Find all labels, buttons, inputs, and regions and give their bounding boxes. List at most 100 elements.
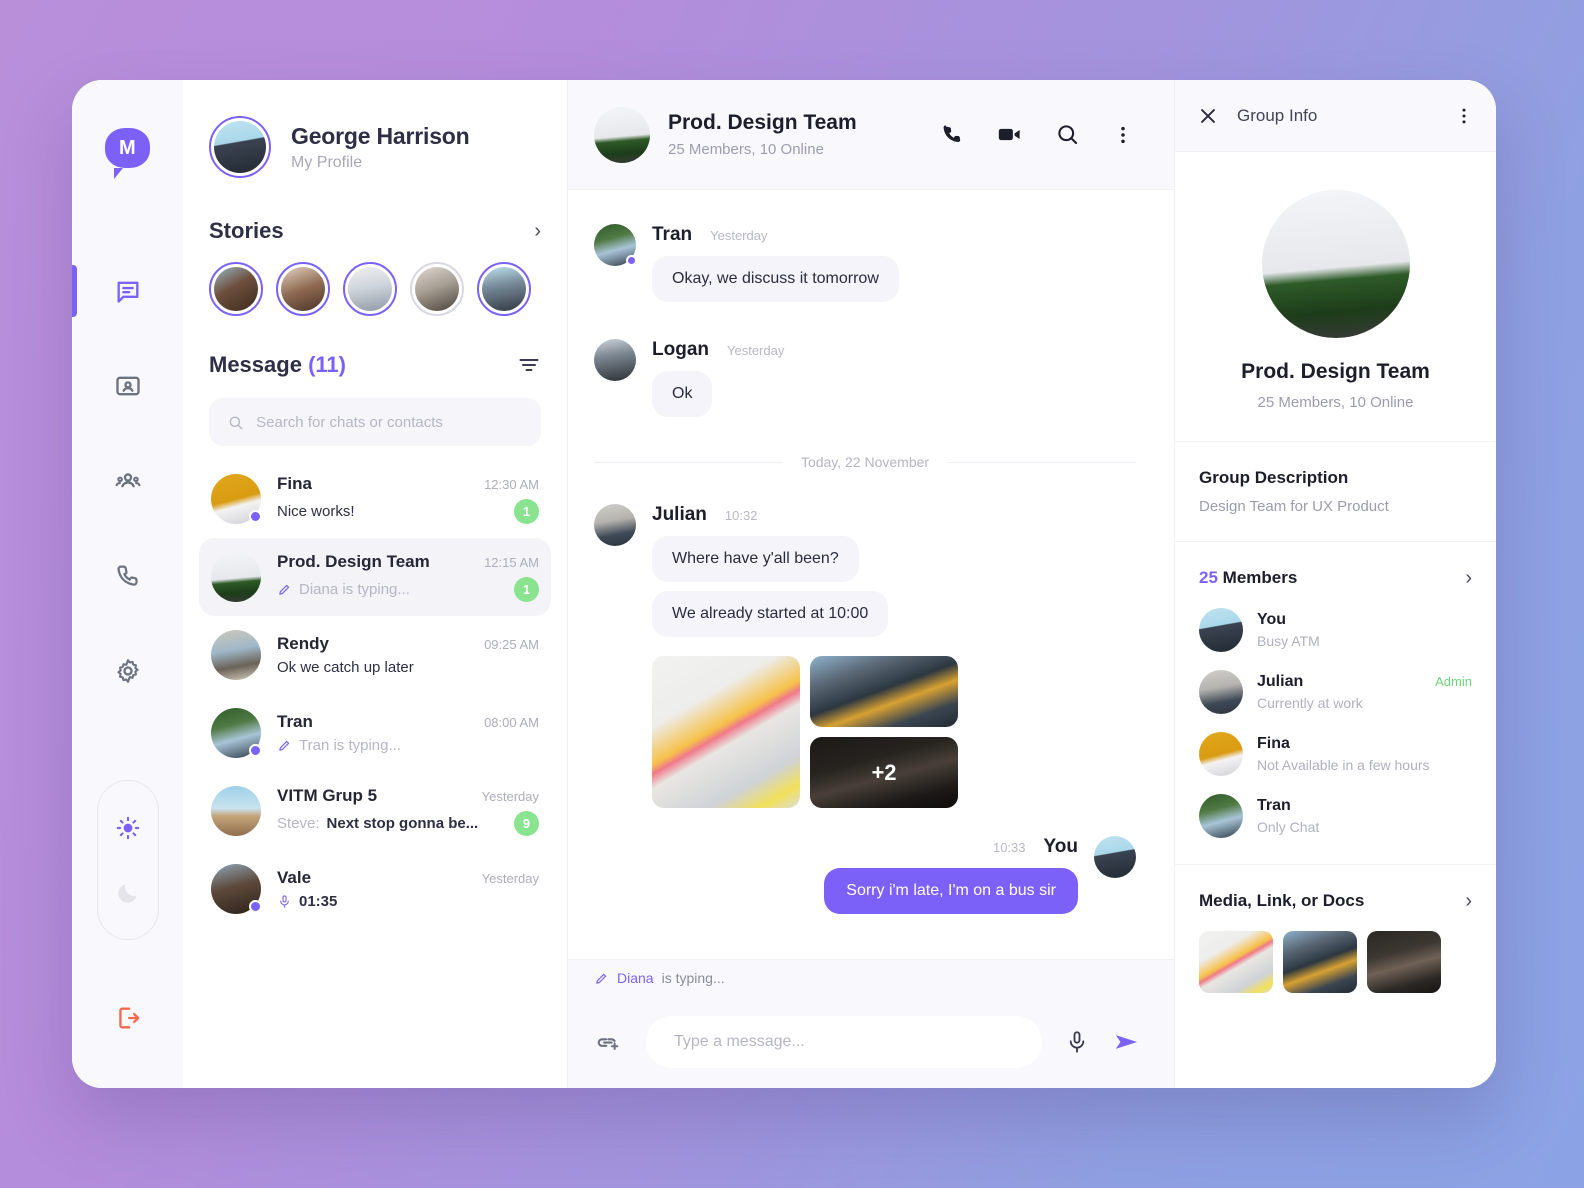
app-logo-tail bbox=[114, 168, 127, 179]
message-input-wrap[interactable] bbox=[646, 1016, 1042, 1068]
gear-icon bbox=[116, 658, 139, 683]
message-photo-3-more[interactable]: +2 bbox=[810, 737, 958, 808]
stories-header: Stories › bbox=[183, 178, 567, 244]
member-name: Fina bbox=[1257, 735, 1290, 752]
conversation-header: Prod. Design Team 25 Members, 10 Online bbox=[568, 80, 1174, 190]
avatar bbox=[594, 339, 636, 381]
members-header[interactable]: 25 Members › bbox=[1199, 568, 1472, 588]
chat-list-item-vale[interactable]: Vale Yesterday 01:35 bbox=[199, 850, 551, 928]
search-input[interactable] bbox=[256, 413, 523, 431]
theme-light-button[interactable] bbox=[108, 808, 148, 848]
attach-button[interactable] bbox=[594, 1029, 624, 1055]
video-call-button[interactable] bbox=[996, 121, 1023, 148]
message-sender: Julian bbox=[652, 504, 707, 525]
search-chats-box[interactable] bbox=[209, 398, 541, 446]
members-list: You Busy ATM Julian Admin Currently at w… bbox=[1199, 608, 1472, 838]
member-name: Tran bbox=[1257, 797, 1291, 814]
logout-button[interactable] bbox=[108, 998, 148, 1038]
chat-list-item-tran[interactable]: Tran 08:00 AM Tran is typing... bbox=[199, 694, 551, 772]
online-dot bbox=[249, 510, 262, 523]
chat-name: Fina bbox=[277, 474, 312, 493]
more-vertical-icon bbox=[1121, 126, 1125, 143]
group-members-section: 25 Members › You Busy ATM Julian Admin C… bbox=[1175, 542, 1496, 865]
member-tag: Admin bbox=[1435, 674, 1472, 689]
group-info-title: Group Info bbox=[1237, 105, 1318, 125]
phone-icon bbox=[943, 125, 961, 143]
group-avatar bbox=[1261, 190, 1410, 338]
chat-name: Vale bbox=[277, 868, 312, 887]
group-hero: Prod. Design Team 25 Members, 10 Online bbox=[1175, 152, 1496, 442]
message-photo-2[interactable] bbox=[810, 656, 958, 727]
members-count: 25 bbox=[1199, 568, 1218, 587]
member-status: Not Available in a few hours bbox=[1257, 757, 1430, 773]
story-item-5[interactable] bbox=[477, 262, 531, 316]
chat-time: Yesterday bbox=[481, 789, 539, 804]
member-item-fina[interactable]: Fina Not Available in a few hours bbox=[1199, 732, 1472, 776]
chat-list-item-vitm-grup-5[interactable]: VITM Grup 5 Yesterday Steve: Next stop g… bbox=[199, 772, 551, 850]
story-item-2[interactable] bbox=[276, 262, 330, 316]
theme-dark-button[interactable] bbox=[108, 873, 148, 913]
conversation-avatar[interactable] bbox=[594, 106, 650, 163]
send-button[interactable] bbox=[1112, 1027, 1142, 1057]
member-item-julian[interactable]: Julian Admin Currently at work bbox=[1199, 670, 1472, 714]
media-header[interactable]: Media, Link, or Docs › bbox=[1199, 891, 1472, 911]
message-list-title: Message bbox=[209, 352, 302, 377]
profile-subtitle: My Profile bbox=[291, 153, 363, 171]
search-icon bbox=[1058, 125, 1078, 145]
conversation-title: Prod. Design Team bbox=[668, 111, 857, 134]
call-button[interactable] bbox=[939, 122, 964, 147]
sidebar-item-calls[interactable] bbox=[72, 528, 183, 623]
message-time: 10:33 bbox=[992, 840, 1026, 855]
attachment-add-icon bbox=[597, 1038, 619, 1050]
media-thumb-1[interactable] bbox=[1199, 931, 1273, 993]
filter-icon[interactable] bbox=[517, 353, 541, 377]
chevron-right-icon[interactable]: › bbox=[534, 221, 541, 241]
search-conversation-button[interactable] bbox=[1055, 122, 1080, 147]
group-info-more-button[interactable] bbox=[1454, 106, 1474, 126]
group-description-title: Group Description bbox=[1199, 468, 1349, 487]
pencil-icon bbox=[596, 973, 607, 984]
media-thumb-3[interactable] bbox=[1367, 931, 1441, 993]
theme-toggle[interactable] bbox=[96, 780, 159, 940]
my-profile[interactable]: George Harrison My Profile bbox=[183, 80, 567, 178]
voice-record-button[interactable] bbox=[1064, 1029, 1090, 1055]
sidebar-item-contacts[interactable] bbox=[72, 338, 183, 433]
close-group-info-button[interactable] bbox=[1197, 105, 1219, 127]
chat-preview-sender: Steve: bbox=[277, 815, 320, 832]
group-info-header: Group Info bbox=[1175, 80, 1496, 152]
group-name: Prod. Design Team bbox=[1241, 360, 1430, 383]
story-item-3[interactable] bbox=[343, 262, 397, 316]
group-description-text: Design Team for UX Product bbox=[1199, 498, 1389, 515]
my-avatar-ring bbox=[209, 116, 271, 178]
chat-list-item-fina[interactable]: Fina 12:30 AM Nice works! 1 bbox=[199, 460, 551, 538]
chat-time: 08:00 AM bbox=[484, 715, 539, 730]
chat-name: Prod. Design Team bbox=[277, 552, 430, 571]
media-thumbnails bbox=[1199, 931, 1472, 993]
story-item-1[interactable] bbox=[209, 262, 263, 316]
pencil-icon bbox=[279, 740, 290, 751]
conversation-more-button[interactable] bbox=[1112, 124, 1134, 146]
sidebar-item-groups[interactable] bbox=[72, 433, 183, 528]
chat-time: 09:25 AM bbox=[484, 637, 539, 652]
member-item-you[interactable]: You Busy ATM bbox=[1199, 608, 1472, 652]
media-thumb-2[interactable] bbox=[1283, 931, 1357, 993]
chat-list-item-rendy[interactable]: Rendy 09:25 AM Ok we catch up later bbox=[199, 616, 551, 694]
media-title: Media, Link, or Docs bbox=[1199, 891, 1365, 910]
message-input[interactable] bbox=[674, 1033, 1014, 1051]
member-item-tran[interactable]: Tran Only Chat bbox=[1199, 794, 1472, 838]
chat-preview: 01:35 bbox=[299, 893, 338, 910]
chevron-right-icon[interactable]: › bbox=[1465, 891, 1472, 911]
group-meta: 25 Members, 10 Online bbox=[1257, 394, 1414, 411]
sidebar-item-settings[interactable] bbox=[72, 623, 183, 718]
microphone-icon bbox=[280, 895, 289, 908]
member-status: Only Chat bbox=[1257, 819, 1320, 835]
message-bubble: Sorry i'm late, I'm on a bus sir bbox=[824, 868, 1078, 914]
message-photo-1[interactable] bbox=[652, 656, 800, 808]
message-count: (11) bbox=[308, 352, 346, 377]
chat-name: Tran bbox=[277, 712, 313, 731]
chevron-right-icon[interactable]: › bbox=[1465, 568, 1472, 588]
story-item-4[interactable] bbox=[410, 262, 464, 316]
sidebar-item-chat[interactable] bbox=[72, 243, 183, 338]
chat-list-item-prod-design-team[interactable]: Prod. Design Team 12:15 AM Diana is typi… bbox=[199, 538, 551, 616]
message-sender: Logan bbox=[652, 339, 709, 360]
